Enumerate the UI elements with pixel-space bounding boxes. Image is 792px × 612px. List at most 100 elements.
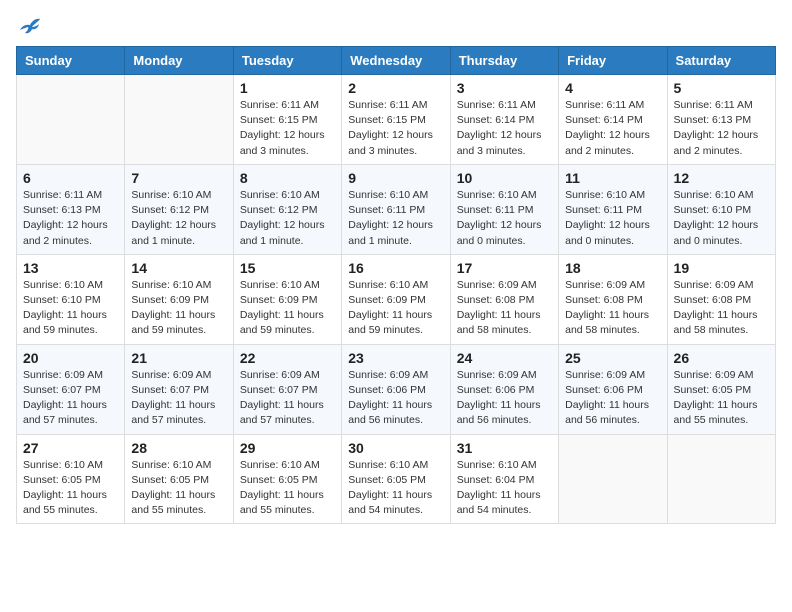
day-number: 13 <box>23 260 118 276</box>
calendar-cell: 13 Sunrise: 6:10 AM Sunset: 6:10 PM Dayli… <box>17 254 125 344</box>
day-number: 20 <box>23 350 118 366</box>
calendar-cell: 24Sunrise: 6:09 AM Sunset: 6:06 PM Dayli… <box>450 344 558 434</box>
day-info: Sunrise: 6:10 AM Sunset: 6:11 PM Dayligh… <box>348 188 443 249</box>
day-number: 4 <box>565 80 660 96</box>
day-info: Sunrise: 6:10 AM Sunset: 6:09 PM Dayligh… <box>348 278 443 339</box>
day-info: Sunrise: 6:09 AM Sunset: 6:08 PM Dayligh… <box>457 278 552 339</box>
day-info: Sunrise: 6:09 AM Sunset: 6:07 PM Dayligh… <box>131 368 226 429</box>
week-row-5: 27 Sunrise: 6:10 AM Sunset: 6:05 PM Dayli… <box>17 434 776 524</box>
day-info: Sunrise: 6:09 AM Sunset: 6:08 PM Dayligh… <box>674 278 769 339</box>
day-number: 19 <box>674 260 769 276</box>
day-info: Sunrise: 6:11 AM Sunset: 6:15 PM Dayligh… <box>348 98 443 159</box>
calendar-cell: 14 Sunrise: 6:10 AM Sunset: 6:09 PM Dayli… <box>125 254 233 344</box>
day-number: 28 <box>131 440 226 456</box>
calendar-cell: 2 Sunrise: 6:11 AM Sunset: 6:15 PM Daylig… <box>342 75 450 165</box>
day-number: 11 <box>565 170 660 186</box>
day-number: 21 <box>131 350 226 366</box>
day-number: 15 <box>240 260 335 276</box>
day-number: 7 <box>131 170 226 186</box>
day-info: Sunrise: 6:11 AM Sunset: 6:13 PM Dayligh… <box>23 188 118 249</box>
weekday-friday: Friday <box>559 47 667 75</box>
weekday-sunday: Sunday <box>17 47 125 75</box>
day-number: 17 <box>457 260 552 276</box>
calendar-cell <box>17 75 125 165</box>
week-row-1: 1 Sunrise: 6:11 AM Sunset: 6:15 PM Daylig… <box>17 75 776 165</box>
calendar-cell: 1 Sunrise: 6:11 AM Sunset: 6:15 PM Daylig… <box>233 75 341 165</box>
calendar-cell: 11 Sunrise: 6:10 AM Sunset: 6:11 PM Dayli… <box>559 164 667 254</box>
calendar-cell: 10Sunrise: 6:10 AM Sunset: 6:11 PM Dayli… <box>450 164 558 254</box>
calendar-cell: 19 Sunrise: 6:09 AM Sunset: 6:08 PM Dayli… <box>667 254 775 344</box>
day-number: 9 <box>348 170 443 186</box>
day-number: 26 <box>674 350 769 366</box>
week-row-2: 6Sunrise: 6:11 AM Sunset: 6:13 PM Daylig… <box>17 164 776 254</box>
day-number: 29 <box>240 440 335 456</box>
calendar-cell: 17 Sunrise: 6:09 AM Sunset: 6:08 PM Dayli… <box>450 254 558 344</box>
calendar-cell: 3 Sunrise: 6:11 AM Sunset: 6:14 PM Daylig… <box>450 75 558 165</box>
day-number: 25 <box>565 350 660 366</box>
day-info: Sunrise: 6:10 AM Sunset: 6:05 PM Dayligh… <box>240 458 335 519</box>
day-info: Sunrise: 6:11 AM Sunset: 6:14 PM Dayligh… <box>457 98 552 159</box>
week-row-4: 20 Sunrise: 6:09 AM Sunset: 6:07 PM Dayli… <box>17 344 776 434</box>
day-number: 27 <box>23 440 118 456</box>
day-number: 2 <box>348 80 443 96</box>
calendar-cell: 22 Sunrise: 6:09 AM Sunset: 6:07 PM Dayli… <box>233 344 341 434</box>
calendar-cell: 23 Sunrise: 6:09 AM Sunset: 6:06 PM Dayli… <box>342 344 450 434</box>
day-number: 1 <box>240 80 335 96</box>
day-info: Sunrise: 6:09 AM Sunset: 6:06 PM Dayligh… <box>565 368 660 429</box>
day-number: 10 <box>457 170 552 186</box>
calendar-body: 1 Sunrise: 6:11 AM Sunset: 6:15 PM Daylig… <box>17 75 776 524</box>
day-number: 12 <box>674 170 769 186</box>
calendar-cell <box>125 75 233 165</box>
day-number: 14 <box>131 260 226 276</box>
logo-bird-icon <box>18 16 40 34</box>
calendar-table: SundayMondayTuesdayWednesdayThursdayFrid… <box>16 46 776 524</box>
calendar-cell: 25 Sunrise: 6:09 AM Sunset: 6:06 PM Dayli… <box>559 344 667 434</box>
calendar-cell: 5Sunrise: 6:11 AM Sunset: 6:13 PM Daylig… <box>667 75 775 165</box>
calendar-cell: 28 Sunrise: 6:10 AM Sunset: 6:05 PM Dayli… <box>125 434 233 524</box>
day-info: Sunrise: 6:09 AM Sunset: 6:08 PM Dayligh… <box>565 278 660 339</box>
calendar-cell: 9 Sunrise: 6:10 AM Sunset: 6:11 PM Daylig… <box>342 164 450 254</box>
calendar-cell: 8 Sunrise: 6:10 AM Sunset: 6:12 PM Daylig… <box>233 164 341 254</box>
day-info: Sunrise: 6:10 AM Sunset: 6:09 PM Dayligh… <box>131 278 226 339</box>
day-info: Sunrise: 6:10 AM Sunset: 6:11 PM Dayligh… <box>565 188 660 249</box>
day-info: Sunrise: 6:10 AM Sunset: 6:12 PM Dayligh… <box>131 188 226 249</box>
calendar-cell: 30Sunrise: 6:10 AM Sunset: 6:05 PM Dayli… <box>342 434 450 524</box>
calendar-cell: 31 Sunrise: 6:10 AM Sunset: 6:04 PM Dayli… <box>450 434 558 524</box>
day-info: Sunrise: 6:09 AM Sunset: 6:07 PM Dayligh… <box>23 368 118 429</box>
day-info: Sunrise: 6:10 AM Sunset: 6:12 PM Dayligh… <box>240 188 335 249</box>
day-number: 8 <box>240 170 335 186</box>
day-info: Sunrise: 6:10 AM Sunset: 6:05 PM Dayligh… <box>348 458 443 519</box>
calendar-cell: 27Sunrise: 6:10 AM Sunset: 6:05 PM Dayli… <box>17 434 125 524</box>
day-number: 22 <box>240 350 335 366</box>
day-info: Sunrise: 6:10 AM Sunset: 6:10 PM Dayligh… <box>23 278 118 339</box>
calendar-cell: 18 Sunrise: 6:09 AM Sunset: 6:08 PM Dayli… <box>559 254 667 344</box>
day-info: Sunrise: 6:09 AM Sunset: 6:05 PM Dayligh… <box>674 368 769 429</box>
calendar-cell: 7 Sunrise: 6:10 AM Sunset: 6:12 PM Daylig… <box>125 164 233 254</box>
calendar-cell: 6Sunrise: 6:11 AM Sunset: 6:13 PM Daylig… <box>17 164 125 254</box>
calendar-cell: 21 Sunrise: 6:09 AM Sunset: 6:07 PM Dayli… <box>125 344 233 434</box>
calendar-cell: 29 Sunrise: 6:10 AM Sunset: 6:05 PM Dayli… <box>233 434 341 524</box>
weekday-wednesday: Wednesday <box>342 47 450 75</box>
calendar-cell: 20 Sunrise: 6:09 AM Sunset: 6:07 PM Dayli… <box>17 344 125 434</box>
day-number: 31 <box>457 440 552 456</box>
day-info: Sunrise: 6:11 AM Sunset: 6:15 PM Dayligh… <box>240 98 335 159</box>
day-info: Sunrise: 6:10 AM Sunset: 6:09 PM Dayligh… <box>240 278 335 339</box>
calendar-cell: 15 Sunrise: 6:10 AM Sunset: 6:09 PM Dayli… <box>233 254 341 344</box>
day-number: 23 <box>348 350 443 366</box>
day-number: 18 <box>565 260 660 276</box>
day-info: Sunrise: 6:11 AM Sunset: 6:13 PM Dayligh… <box>674 98 769 159</box>
calendar-cell <box>559 434 667 524</box>
calendar-cell: 16 Sunrise: 6:10 AM Sunset: 6:09 PM Dayli… <box>342 254 450 344</box>
day-number: 16 <box>348 260 443 276</box>
day-info: Sunrise: 6:10 AM Sunset: 6:05 PM Dayligh… <box>131 458 226 519</box>
day-info: Sunrise: 6:10 AM Sunset: 6:04 PM Dayligh… <box>457 458 552 519</box>
day-info: Sunrise: 6:10 AM Sunset: 6:10 PM Dayligh… <box>674 188 769 249</box>
day-info: Sunrise: 6:09 AM Sunset: 6:06 PM Dayligh… <box>348 368 443 429</box>
weekday-tuesday: Tuesday <box>233 47 341 75</box>
day-number: 3 <box>457 80 552 96</box>
day-info: Sunrise: 6:11 AM Sunset: 6:14 PM Dayligh… <box>565 98 660 159</box>
weekday-monday: Monday <box>125 47 233 75</box>
calendar-cell: 12 Sunrise: 6:10 AM Sunset: 6:10 PM Dayli… <box>667 164 775 254</box>
day-info: Sunrise: 6:09 AM Sunset: 6:07 PM Dayligh… <box>240 368 335 429</box>
day-number: 24 <box>457 350 552 366</box>
